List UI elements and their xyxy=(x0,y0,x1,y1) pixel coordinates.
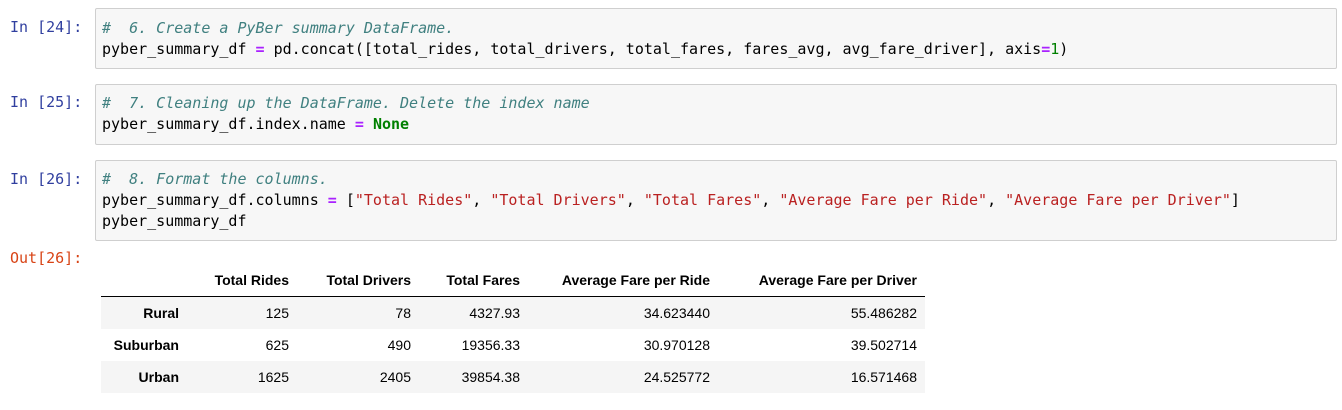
code-token: = xyxy=(1041,40,1051,58)
table-cell: 19356.33 xyxy=(461,337,520,353)
column-header: Average Fare per Ride xyxy=(528,264,718,297)
code-token: pyber_summary_df xyxy=(102,40,256,58)
table-cell: 55.486282 xyxy=(850,305,917,321)
table-row: Suburban 625 490 19356.33 30.970128 39.5… xyxy=(101,329,925,361)
code-line: # 7. Cleaning up the DataFrame. Delete t… xyxy=(102,93,590,114)
table-cell: 39854.38 xyxy=(461,369,520,385)
table-cell: 16.571468 xyxy=(850,369,917,385)
code-line: pyber_summary_df.index.name = None xyxy=(102,114,409,135)
table-cell: 4327.93 xyxy=(469,305,520,321)
table-cell: 24.525772 xyxy=(643,369,710,385)
cell-26-output-prompt: Out[26]: xyxy=(10,249,83,267)
code-token: , xyxy=(625,191,644,209)
code-line: # 6. Create a PyBer summary DataFrame. xyxy=(102,18,454,39)
code-token: , xyxy=(472,191,491,209)
code-token: = xyxy=(327,191,337,209)
code-line: pyber_summary_df xyxy=(102,211,247,232)
code-token: "Average Fare per Ride" xyxy=(779,191,988,209)
table-cell: 125 xyxy=(265,305,289,321)
row-index: Suburban xyxy=(113,337,179,353)
code-token: # 6. Create a PyBer summary DataFrame. xyxy=(102,19,455,37)
dataframe-table: Total Rides Total Drivers Total Fares Av… xyxy=(101,264,925,393)
column-header: Average Fare per Driver xyxy=(718,264,925,297)
code-token: ) xyxy=(1059,40,1069,58)
code-token: "Average Fare per Driver" xyxy=(1005,191,1231,209)
row-index: Urban xyxy=(138,369,179,385)
code-token: # 8. Format the columns. xyxy=(102,170,328,188)
code-token: = xyxy=(354,115,364,133)
row-index: Rural xyxy=(143,305,179,321)
code-token: , xyxy=(987,191,1006,209)
table-cell: 39.502714 xyxy=(850,337,917,353)
code-token: None xyxy=(372,115,410,133)
column-header: Total Fares xyxy=(419,264,528,297)
table-cell: 490 xyxy=(387,337,411,353)
code-token: pd.concat([total_rides, total_drivers, t… xyxy=(264,40,1042,58)
code-token: pyber_summary_df.columns xyxy=(102,191,328,209)
code-token: = xyxy=(255,40,265,58)
code-line: # 8. Format the columns. xyxy=(102,169,328,190)
code-line: pyber_summary_df.columns = ["Total Rides… xyxy=(102,190,1240,211)
table-cell: 34.623440 xyxy=(643,305,710,321)
code-token: "Total Drivers" xyxy=(490,191,626,209)
cell-26-prompt: In [26]: xyxy=(10,170,83,188)
code-token: , xyxy=(761,191,780,209)
cell-25-code-editor[interactable]: # 7. Cleaning up the DataFrame. Delete t… xyxy=(95,84,1337,145)
code-token: ] xyxy=(1230,191,1240,209)
code-token: 1 xyxy=(1050,40,1060,58)
table-row: Urban 1625 2405 39854.38 24.525772 16.57… xyxy=(101,361,925,393)
table-cell: 30.970128 xyxy=(643,337,710,353)
cell-26-code-editor[interactable]: # 8. Format the columns. pyber_summary_d… xyxy=(95,160,1337,241)
table-cell: 2405 xyxy=(379,369,411,385)
table-cell: 625 xyxy=(265,337,289,353)
column-header: Total Rides xyxy=(187,264,297,297)
cell-25-prompt: In [25]: xyxy=(10,93,83,111)
code-token: "Total Fares" xyxy=(643,191,762,209)
column-header: Total Drivers xyxy=(297,264,419,297)
code-token: "Total Rides" xyxy=(354,191,473,209)
code-token: pyber_summary_df.index.name xyxy=(102,115,355,133)
table-cell: 78 xyxy=(395,305,411,321)
code-token: pyber_summary_df xyxy=(102,212,247,230)
code-line: pyber_summary_df = pd.concat([total_ride… xyxy=(102,39,1068,60)
cell-24-code-editor[interactable]: # 6. Create a PyBer summary DataFrame. p… xyxy=(95,8,1337,69)
index-header xyxy=(101,264,187,297)
code-token: [ xyxy=(336,191,355,209)
code-token: # 7. Cleaning up the DataFrame. Delete t… xyxy=(102,94,590,112)
table-cell: 1625 xyxy=(257,369,289,385)
table-row: Rural 125 78 4327.93 34.623440 55.486282 xyxy=(101,296,925,329)
table-header-row: Total Rides Total Drivers Total Fares Av… xyxy=(101,264,925,297)
cell-24-prompt: In [24]: xyxy=(10,18,83,36)
